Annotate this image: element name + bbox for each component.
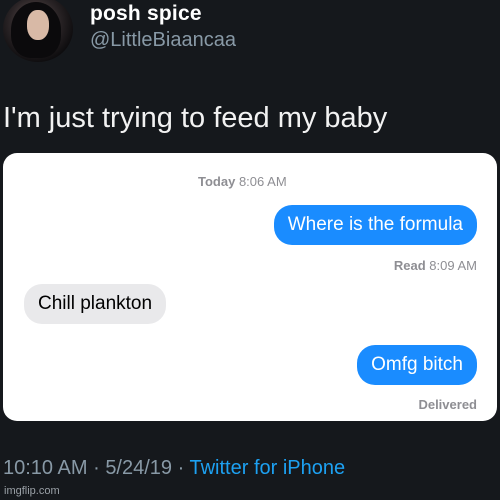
read-time: 8:09 AM: [429, 258, 477, 273]
meta-separator: ·: [177, 457, 185, 479]
user-handle[interactable]: @LittleBiaancaa: [90, 29, 236, 52]
read-label: Read: [393, 258, 426, 273]
timestamp-day: Today: [198, 174, 236, 189]
message-bubble-outgoing: Omfg bitch: [357, 345, 477, 385]
tweet-time[interactable]: 10:10 AM: [3, 457, 88, 479]
timestamp-time: 8:06 AM: [238, 174, 287, 189]
display-name[interactable]: posh spice: [90, 2, 202, 26]
tweet-text: I'm just trying to feed my baby: [3, 102, 388, 134]
meta-separator: ·: [93, 457, 100, 479]
delivered-label: Delivered: [418, 397, 477, 412]
tweet-source-link[interactable]: Twitter for iPhone: [189, 457, 345, 479]
screenshot-image[interactable]: Today 8:06 AM Where is the formula Read …: [3, 153, 497, 421]
avatar-face: [27, 10, 49, 40]
watermark: imgflip.com: [4, 485, 60, 497]
read-receipt: Read 8:09 AM: [394, 258, 477, 273]
message-bubble-outgoing: Where is the formula: [273, 205, 477, 245]
tweet-meta: 10:10 AM · 5/24/19 · Twitter for iPhone: [3, 457, 345, 480]
message-bubble-incoming: Chill plankton: [24, 284, 167, 324]
tweet-date[interactable]: 5/24/19: [105, 457, 172, 479]
conversation-timestamp: Today 8:06 AM: [198, 174, 287, 189]
avatar[interactable]: [3, 0, 73, 62]
